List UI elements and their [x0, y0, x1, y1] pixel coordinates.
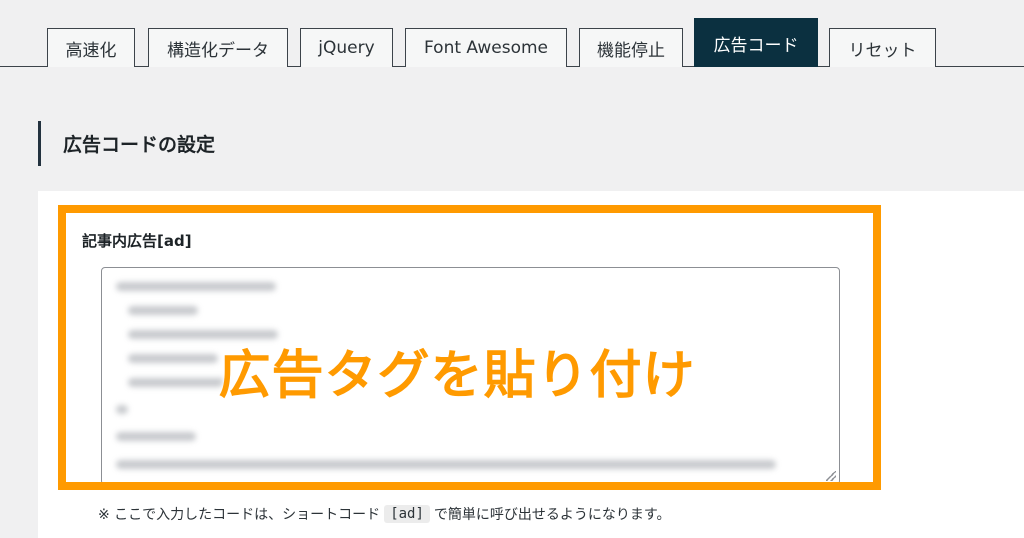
tab-structured-data[interactable]: 構造化データ: [148, 28, 288, 67]
section-title: 広告コードの設定: [38, 121, 215, 166]
tab-ad-code[interactable]: 広告コード: [694, 18, 818, 67]
shortcode-snippet: [ad]: [384, 505, 430, 523]
settings-tab-bar: 高速化 構造化データ jQuery Font Awesome 機能停止 広告コー…: [0, 0, 1024, 67]
help-note-suffix: で簡単に呼び出せるようになります。: [433, 507, 671, 523]
tab-jquery[interactable]: jQuery: [300, 28, 393, 67]
tab-speedup[interactable]: 高速化: [47, 28, 135, 67]
help-note: ※ ここで入力したコードは、ショートコード [ad] で簡単に呼び出せるようにな…: [98, 504, 671, 524]
tab-reset[interactable]: リセット: [829, 28, 936, 67]
overlay-caption: 広告タグを貼り付け: [218, 345, 696, 406]
tab-disable-features[interactable]: 機能停止: [579, 28, 683, 67]
help-note-prefix: ※ ここで入力したコードは、ショートコード: [98, 507, 381, 523]
tab-font-awesome[interactable]: Font Awesome: [405, 28, 567, 67]
